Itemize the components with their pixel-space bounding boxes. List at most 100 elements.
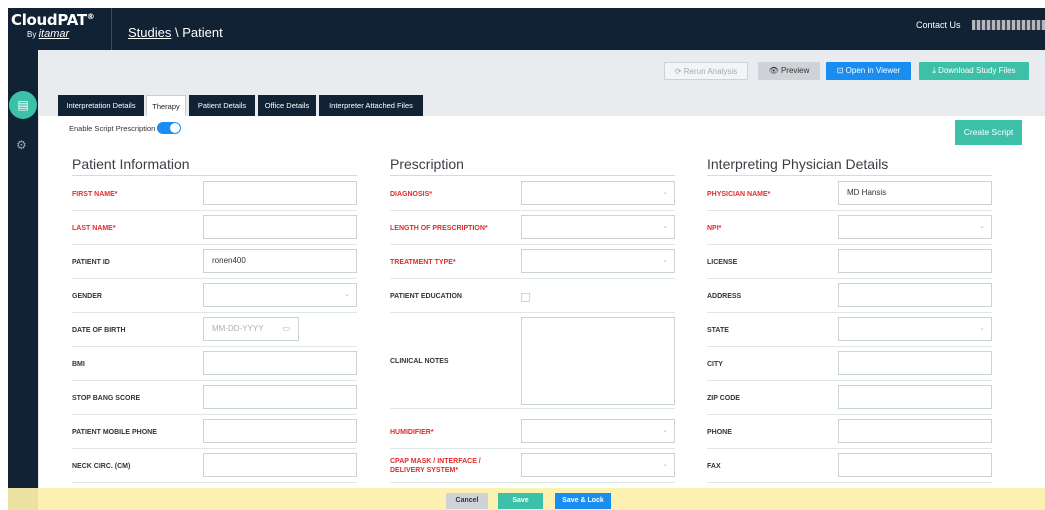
neck-circ-label: NECK CIRC. (CM): [72, 463, 131, 470]
form-row-cpap-mask: CPAP MASK / INTERFACE / DELIVERY SYSTEM* …: [390, 450, 675, 484]
fax-label: FAX: [707, 463, 721, 470]
document-icon[interactable]: ▤: [9, 91, 37, 119]
enable-script-label: Enable Script Prescription: [69, 124, 156, 133]
chevron-down-icon: ⌄: [662, 189, 668, 196]
preview-button[interactable]: 👁 Preview: [758, 62, 820, 80]
patient-id-input[interactable]: ronen400: [203, 249, 357, 273]
form-row-treatment-type: TREATMENT TYPE* ⌄: [390, 246, 675, 280]
npi-label: NPI*: [707, 225, 722, 232]
tab-therapy[interactable]: Therapy: [146, 95, 186, 116]
city-input[interactable]: [838, 351, 992, 375]
therapy-panel: Enable Script Prescription Create Script…: [38, 116, 1045, 510]
stop-bang-label: STOP BANG SCORE: [72, 395, 141, 402]
breadcrumb-studies-link[interactable]: Studies: [128, 25, 171, 40]
prescription-title: Prescription: [390, 156, 464, 172]
physician-details-title: Interpreting Physician Details: [707, 156, 889, 172]
form-row-phone: PHONE: [707, 416, 992, 450]
user-menu[interactable]: [972, 20, 1045, 30]
physician-name-input[interactable]: MD Hansis: [838, 181, 992, 205]
form-row-npi: NPI* ⌄: [707, 212, 992, 246]
breadcrumb: Studies \ Patient: [128, 25, 223, 40]
diagnosis-label: DIAGNOSIS*: [390, 191, 433, 198]
form-row-humidifier: HUMIDIFIER* ⌄: [390, 416, 675, 450]
calendar-icon[interactable]: ▭: [282, 318, 290, 340]
form-row-neck-circ: NECK CIRC. (CM): [72, 450, 357, 484]
address-input[interactable]: [838, 283, 992, 307]
date-of-birth-input[interactable]: MM-DD-YYYY ▭: [203, 317, 299, 341]
save-button[interactable]: Save: [498, 493, 543, 509]
form-row-physician-name: PHYSICIAN NAME* MD Hansis: [707, 178, 992, 212]
mobile-phone-label: PATIENT MOBILE PHONE: [72, 429, 157, 436]
form-row-state: STATE ⌄: [707, 314, 992, 348]
cpap-mask-select[interactable]: ⌄: [521, 453, 675, 477]
clinical-notes-textarea[interactable]: [521, 317, 675, 405]
zip-code-input[interactable]: [838, 385, 992, 409]
contact-us-link[interactable]: Contact Us: [916, 20, 961, 30]
patient-id-label: PATIENT ID: [72, 259, 110, 266]
patient-information-title: Patient Information: [72, 156, 190, 172]
neck-circ-input[interactable]: [203, 453, 357, 477]
chevron-down-icon: ⌄: [662, 427, 668, 434]
gender-select[interactable]: ⌄: [203, 283, 357, 307]
brand-logo[interactable]: CloudPAT® By itamar: [11, 11, 95, 40]
chevron-down-icon: ⌄: [979, 325, 985, 332]
enable-script-toggle[interactable]: [157, 122, 181, 134]
state-select[interactable]: ⌄: [838, 317, 992, 341]
address-label: ADDRESS: [707, 293, 742, 300]
cpap-mask-label: CPAP MASK / INTERFACE / DELIVERY SYSTEM*: [390, 458, 481, 474]
phone-label: PHONE: [707, 429, 732, 436]
rerun-analysis-button[interactable]: ⟳ Rerun Analysis: [664, 62, 748, 80]
brand-by: By: [27, 30, 37, 39]
state-label: STATE: [707, 327, 729, 334]
physician-name-label: PHYSICIAN NAME*: [707, 191, 771, 198]
save-and-lock-button[interactable]: Save & Lock: [555, 493, 611, 509]
form-row-last-name: LAST NAME*: [72, 212, 357, 246]
settings-gear-icon[interactable]: ⚙: [16, 138, 27, 152]
open-in-viewer-button[interactable]: ⊡ Open in Viewer: [826, 62, 911, 80]
form-row-city: CITY: [707, 348, 992, 382]
chevron-down-icon: ⌄: [662, 461, 668, 468]
tab-patient-details[interactable]: Patient Details: [189, 95, 255, 116]
tab-strip: Interpretation Details Therapy Patient D…: [38, 92, 1045, 116]
tab-office-details[interactable]: Office Details: [258, 95, 316, 116]
npi-select[interactable]: ⌄: [838, 215, 992, 239]
breadcrumb-current: \ Patient: [171, 25, 223, 40]
form-row-clinical-notes: CLINICAL NOTES: [390, 314, 675, 410]
last-name-input[interactable]: [203, 215, 357, 239]
mobile-phone-input[interactable]: [203, 419, 357, 443]
download-study-files-button[interactable]: ⤓ Download Study Files: [919, 62, 1029, 80]
length-of-prescription-select[interactable]: ⌄: [521, 215, 675, 239]
license-label: LICENSE: [707, 259, 738, 266]
form-row-mobile-phone: PATIENT MOBILE PHONE: [72, 416, 357, 450]
form-row-first-name: FIRST NAME*: [72, 178, 357, 212]
cancel-button[interactable]: Cancel: [446, 493, 488, 509]
form-row-patient-id: PATIENT ID ronen400: [72, 246, 357, 280]
section-divider: [707, 175, 992, 176]
tab-interpreter-attached-files[interactable]: Interpreter Attached Files: [319, 95, 423, 116]
top-header: CloudPAT® By itamar Studies \ Patient Co…: [8, 8, 1045, 50]
brand-name: CloudPAT: [11, 11, 87, 29]
left-sidebar: ▤ ⚙: [8, 50, 38, 510]
license-input[interactable]: [838, 249, 992, 273]
chevron-down-icon: ⌄: [662, 223, 668, 230]
treatment-type-select[interactable]: ⌄: [521, 249, 675, 273]
first-name-label: FIRST NAME*: [72, 191, 118, 198]
section-divider: [72, 175, 357, 176]
humidifier-select[interactable]: ⌄: [521, 419, 675, 443]
patient-education-checkbox[interactable]: [521, 293, 530, 302]
gender-label: GENDER: [72, 293, 102, 300]
create-script-button[interactable]: Create Script: [955, 120, 1022, 145]
tab-interpretation-details[interactable]: Interpretation Details: [58, 95, 144, 116]
bmi-input[interactable]: [203, 351, 357, 375]
patient-education-label: PATIENT EDUCATION: [390, 293, 462, 300]
phone-input[interactable]: [838, 419, 992, 443]
form-row-patient-education: PATIENT EDUCATION: [390, 280, 675, 314]
form-row-date-of-birth: DATE OF BIRTH MM-DD-YYYY ▭: [72, 314, 357, 348]
header-divider: [111, 8, 112, 50]
stop-bang-input[interactable]: [203, 385, 357, 409]
first-name-input[interactable]: [203, 181, 357, 205]
form-row-stop-bang: STOP BANG SCORE: [72, 382, 357, 416]
chevron-down-icon: ⌄: [344, 291, 350, 298]
fax-input[interactable]: [838, 453, 992, 477]
diagnosis-select[interactable]: ⌄: [521, 181, 675, 205]
